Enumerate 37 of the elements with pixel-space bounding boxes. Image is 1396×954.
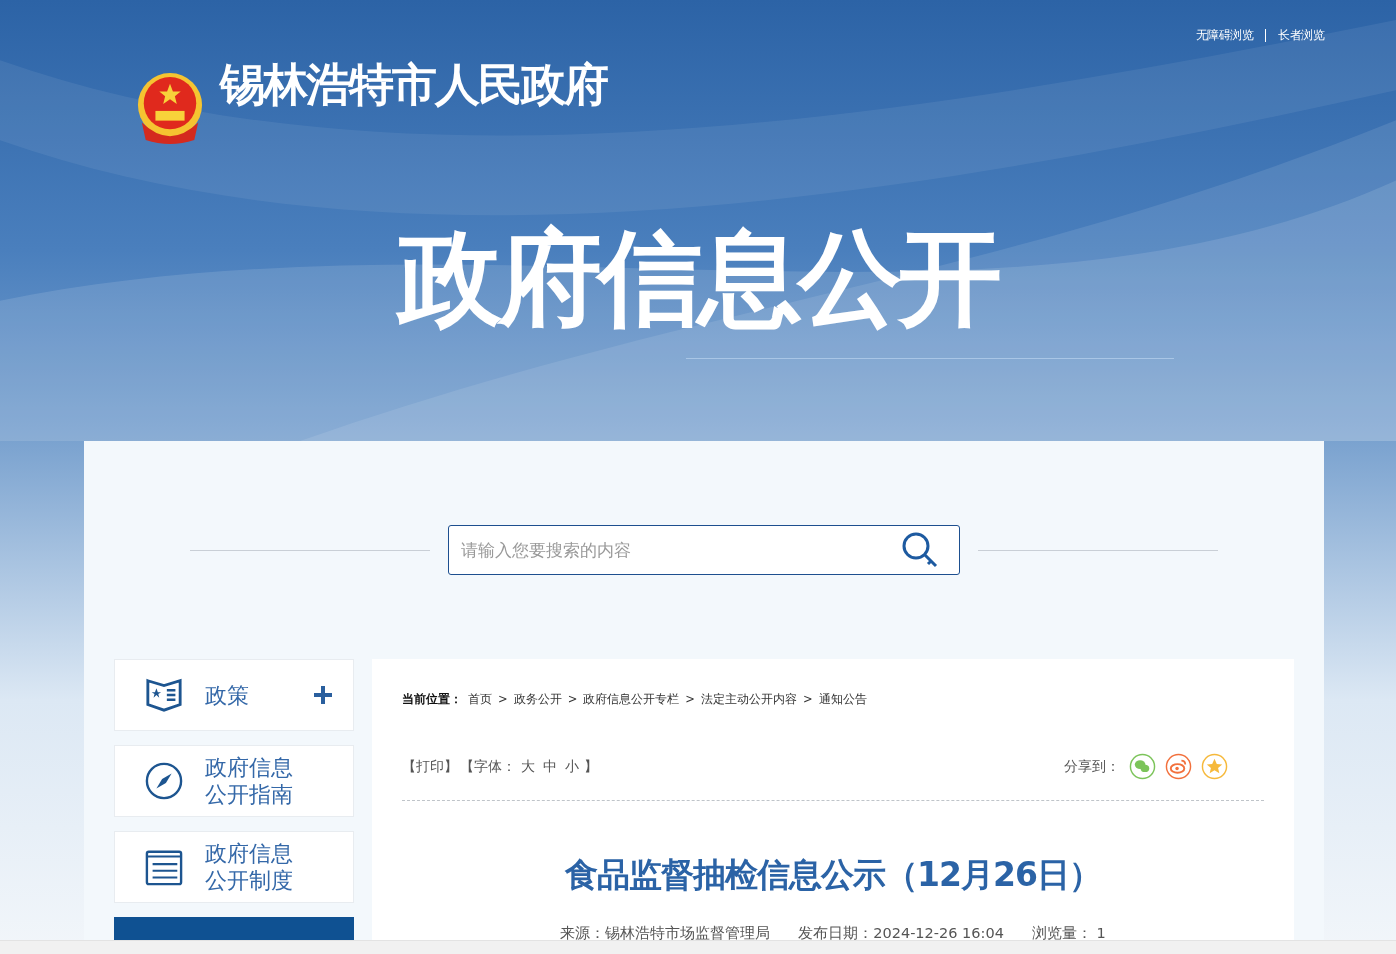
view-count: 浏览量： 1	[1031, 924, 1106, 940]
sidebar-item[interactable]: 政策	[114, 659, 354, 731]
search-icon[interactable]	[900, 530, 940, 570]
breadcrumb-link[interactable]: 通知公告	[818, 691, 867, 707]
print-link[interactable]: 【打印】	[402, 757, 458, 776]
sidebar-item[interactable]: 政府信息公开制度	[114, 831, 354, 903]
breadcrumb-label: 当前位置：	[402, 690, 462, 708]
font-size-link[interactable]: 小	[565, 757, 579, 776]
top-link[interactable]: 无障碍浏览	[1195, 27, 1253, 44]
breadcrumb-separator: >	[685, 692, 695, 706]
search-field[interactable]: 请输入您要搜索的内容	[448, 525, 960, 575]
font-size-label: 【字体：	[460, 757, 516, 776]
article-title: 食品监督抽检信息公示（12月26日）	[564, 854, 1102, 896]
font-size-end: 】	[584, 757, 598, 776]
banner-title: 政府信息公开	[395, 218, 1000, 338]
sidebar-item[interactable]: 政府信息公开指南	[114, 745, 354, 817]
share-label: 分享到：	[1064, 757, 1120, 776]
emblem-icon	[136, 72, 204, 144]
breadcrumb-link[interactable]: 首页	[468, 691, 492, 707]
breadcrumb-separator: >	[802, 692, 813, 706]
book-icon	[145, 676, 183, 714]
compass-icon	[145, 762, 183, 800]
site-name: 锡林浩特市人民政府	[220, 58, 607, 112]
eye-icon[interactable]	[1165, 753, 1192, 780]
publish-date: 发布日期：2024-12-26 16:04	[798, 924, 1004, 940]
chat-bubbles-icon[interactable]	[1129, 753, 1156, 780]
breadcrumb-link[interactable]: 政府信息公开专栏	[583, 691, 680, 707]
breadcrumb-separator: >	[567, 692, 578, 706]
plus-icon[interactable]	[313, 685, 333, 705]
font-size-link[interactable]: 大	[521, 757, 535, 776]
breadcrumb-link[interactable]: 政务公开	[513, 691, 562, 707]
breadcrumb-separator: >	[498, 692, 508, 706]
font-size-link[interactable]: 中	[543, 757, 557, 776]
top-link[interactable]: 长者浏览	[1278, 27, 1324, 44]
article-source: 来源：锡林浩特市场监督管理局	[560, 924, 771, 940]
list-icon	[145, 848, 183, 886]
breadcrumb-link[interactable]: 法定主动公开内容	[700, 691, 797, 707]
